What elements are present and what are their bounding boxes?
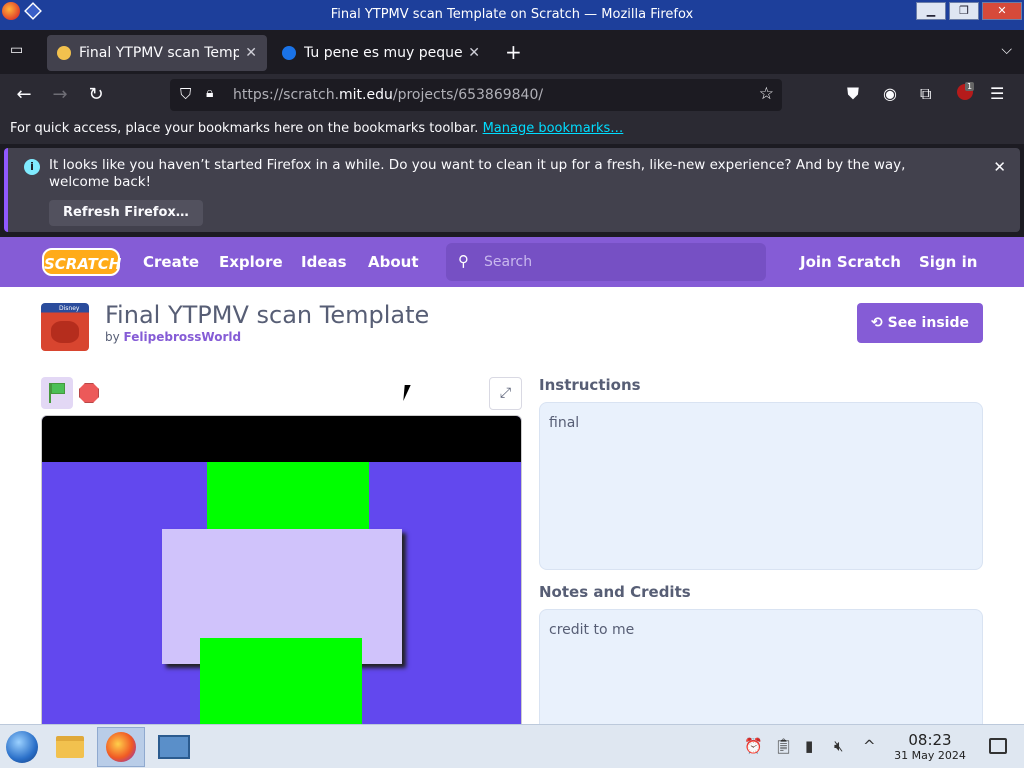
by-label: by [105, 330, 120, 344]
stop-button[interactable] [79, 383, 99, 403]
nav-about[interactable]: About [368, 253, 419, 271]
web-page: SCRATCH Create Explore Ideas About ⚲ Joi… [0, 237, 1024, 724]
navigation-toolbar: ← → ↻ ⛉ 🔒︎ https://scratch.mit.edu/proje… [0, 74, 1024, 116]
tab-list-icon[interactable]: ▭ [10, 42, 30, 62]
author-link[interactable]: FelipebrossWorld [124, 330, 242, 344]
firefox-icon [106, 732, 136, 762]
reload-button[interactable]: ↻ [84, 84, 108, 108]
info-favicon-icon [282, 46, 296, 60]
file-manager-taskbar-button[interactable] [46, 727, 94, 767]
start-menu-button[interactable] [6, 731, 38, 763]
notes-credits-text: credit to me [549, 622, 635, 638]
window-controls: ▁ ❐ ✕ [916, 2, 1022, 20]
new-tab-button[interactable]: + [505, 40, 522, 64]
nav-ideas[interactable]: Ideas [301, 253, 347, 271]
search-input[interactable] [484, 251, 744, 273]
forward-button[interactable]: → [48, 84, 72, 108]
refresh-firefox-notification: i It looks like you haven’t started Fire… [4, 148, 1020, 232]
clock-date: 31 May 2024 [894, 749, 966, 762]
tab-strip: ▭ Final YTPMV scan Template on Scratch ✕… [0, 30, 1024, 74]
join-scratch-link[interactable]: Join Scratch [800, 253, 901, 271]
close-window-button[interactable]: ✕ [982, 2, 1022, 20]
extensions-puzzle-icon[interactable]: ⧉ [920, 84, 931, 104]
app-menu-icon[interactable]: ☰ [990, 84, 1004, 103]
url-bar[interactable]: ⛉ 🔒︎ https://scratch.mit.edu/projects/65… [170, 79, 782, 111]
clock[interactable]: 08:23 31 May 2024 [890, 731, 970, 762]
minimize-button[interactable]: ▁ [916, 2, 946, 20]
scratch-navbar: SCRATCH Create Explore Ideas About ⚲ Joi… [0, 237, 1024, 287]
show-desktop-icon[interactable] [989, 738, 1007, 754]
clipboard-icon[interactable]: 📋︎ [774, 737, 793, 755]
instructions-text: final [549, 415, 580, 431]
scratch-search: ⚲ [446, 243, 766, 281]
clock-time: 08:23 [908, 731, 952, 749]
tracking-protection-shield-icon[interactable]: ⛉ [180, 85, 191, 103]
tab-close-icon[interactable]: ✕ [245, 45, 257, 61]
see-inside-button[interactable]: ⟲ See inside [857, 303, 983, 343]
green-flag-button[interactable] [41, 377, 73, 409]
tab-label: Final YTPMV scan Template on Scratch [79, 45, 240, 61]
search-icon: ⚲ [458, 252, 469, 270]
tab-second[interactable]: Tu pene es muy pequeño ✕ [272, 35, 490, 71]
notes-credits-heading: Notes and Credits [539, 583, 691, 601]
taskbar: ⏰ 📋︎ ▮ 🔇︎ ^ 08:23 31 May 2024 [0, 724, 1024, 768]
folder-icon [56, 736, 84, 758]
see-inside-label: See inside [887, 315, 969, 331]
instructions-box: final [539, 402, 983, 570]
refresh-firefox-button[interactable]: Refresh Firefox… [49, 200, 203, 226]
bookmark-star-icon[interactable]: ☆ [759, 84, 774, 104]
thumbnail-character [51, 321, 79, 343]
maximize-button[interactable]: ❐ [949, 2, 979, 20]
project-author-line: by FelipebrossWorld [105, 330, 241, 344]
remix-arrows-icon: ⟲ [871, 315, 888, 331]
notification-close-icon[interactable]: ✕ [993, 158, 1006, 176]
stage-black-bar [42, 416, 521, 462]
scratch-favicon-icon [57, 46, 71, 60]
fullscreen-icon[interactable]: ⤢ [489, 377, 522, 410]
stage-green-block-bottom [200, 638, 362, 724]
back-button[interactable]: ← [12, 84, 36, 108]
sign-in-link[interactable]: Sign in [919, 253, 977, 271]
thumbnail-tag: Disney [59, 305, 80, 312]
nav-create[interactable]: Create [143, 253, 199, 271]
tray-expand-icon[interactable]: ^ [863, 737, 876, 755]
notes-credits-box: credit to me [539, 609, 983, 724]
system-settings-icon [158, 735, 190, 759]
project-stage[interactable] [41, 415, 522, 724]
window-title: Final YTPMV scan Template on Scratch — M… [330, 7, 694, 22]
manage-bookmarks-link[interactable]: Manage bookmarks… [483, 121, 624, 136]
project-title: Final YTPMV scan Template [105, 301, 430, 329]
notification-message: It looks like you haven’t started Firefo… [49, 157, 906, 190]
battery-icon[interactable]: ▮ [805, 737, 813, 755]
system-settings-taskbar-button[interactable] [150, 727, 198, 767]
project-thumbnail[interactable]: Disney [41, 303, 89, 351]
tab-close-icon[interactable]: ✕ [468, 45, 480, 61]
info-icon: i [24, 159, 40, 175]
bookmarks-toolbar: For quick access, place your bookmarks h… [0, 116, 1024, 144]
url-text[interactable]: https://scratch.mit.edu/projects/6538698… [233, 87, 543, 103]
lock-icon[interactable]: 🔒︎ [206, 85, 213, 101]
bookmarks-hint-text: For quick access, place your bookmarks h… [10, 121, 479, 136]
tab-label: Tu pene es muy pequeño [304, 45, 463, 61]
mouse-cursor [403, 385, 417, 401]
account-icon[interactable]: ◉ [883, 84, 897, 103]
instructions-heading: Instructions [539, 376, 641, 394]
firefox-taskbar-button[interactable] [97, 727, 145, 767]
extension-badge-count: 1 [965, 82, 975, 91]
green-flag-icon [51, 383, 65, 394]
volume-muted-icon[interactable]: 🔇︎ [834, 737, 843, 755]
nav-explore[interactable]: Explore [219, 253, 283, 271]
window-titlebar: Final YTPMV scan Template on Scratch — M… [0, 0, 1024, 30]
scratch-logo[interactable]: SCRATCH [42, 248, 121, 276]
pocket-icon[interactable]: ⛊ [847, 84, 859, 104]
list-all-tabs-icon[interactable]: ⌵ [1001, 42, 1012, 58]
alarm-icon[interactable]: ⏰ [744, 737, 763, 755]
tab-scratch-project[interactable]: Final YTPMV scan Template on Scratch ✕ [47, 35, 267, 71]
